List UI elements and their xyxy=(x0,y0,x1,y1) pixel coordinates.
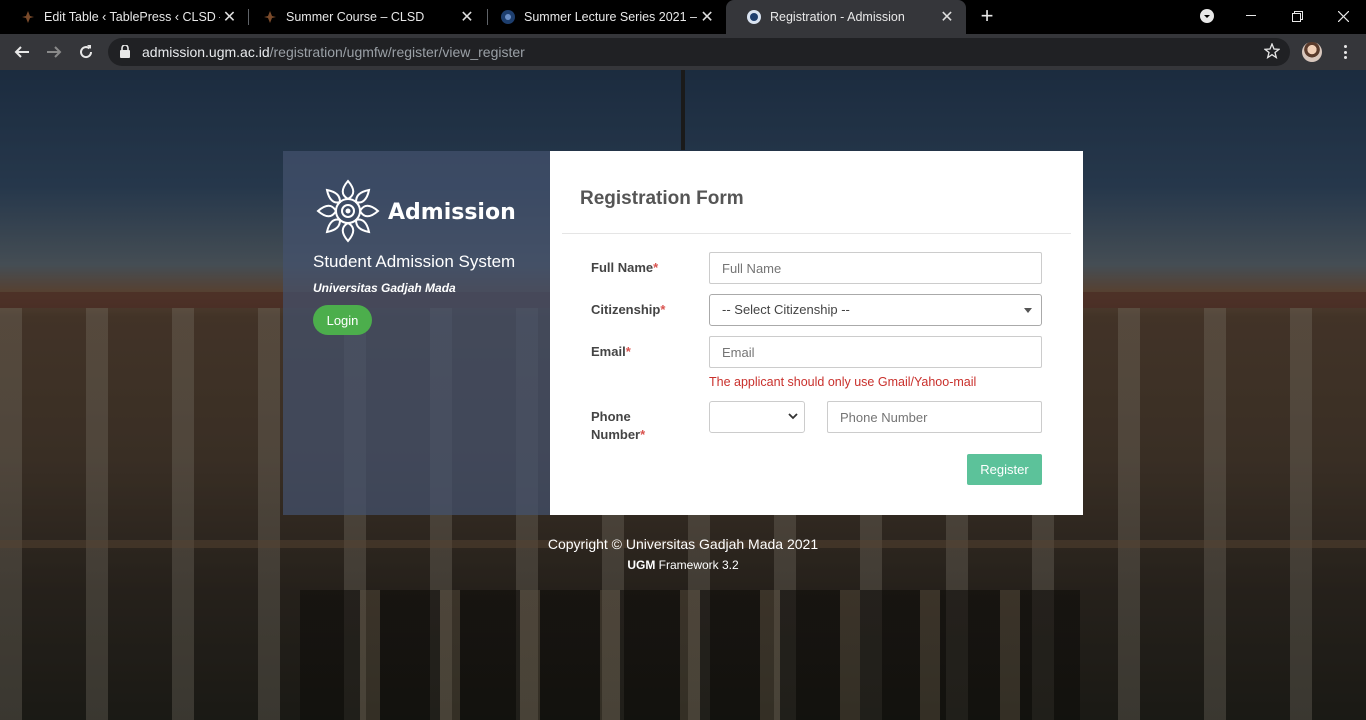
framework-brand: UGM xyxy=(627,558,656,572)
close-tab-icon[interactable]: ✕ xyxy=(456,6,478,28)
email-input[interactable] xyxy=(709,336,1042,368)
tab-title: Edit Table ‹ TablePress ‹ CLSD — W xyxy=(44,10,220,24)
phone-label-line2: Number xyxy=(591,427,641,442)
framework-version-text: Framework 3.2 xyxy=(655,558,739,572)
tab-title: Registration - Admission xyxy=(770,10,905,24)
citizenship-label-text: Citizenship xyxy=(591,302,661,317)
close-icon xyxy=(1337,10,1349,22)
forward-button[interactable] xyxy=(42,40,66,64)
url-text: admission.ugm.ac.id/registration/ugmfw/r… xyxy=(142,44,525,60)
url-host: admission.ugm.ac.id xyxy=(142,44,270,60)
browser-tab-4-active[interactable]: Registration - Admission ✕ xyxy=(726,0,966,34)
copyright-text: Copyright © Universitas Gadjah Mada 2021 xyxy=(547,536,819,552)
close-tab-icon[interactable]: ✕ xyxy=(697,6,717,28)
minimize-icon xyxy=(1246,15,1256,16)
arrow-left-icon xyxy=(14,46,29,58)
citizenship-label: Citizenship* xyxy=(591,301,665,319)
chevron-down-icon xyxy=(788,410,798,424)
chevron-down-circle-icon xyxy=(1200,9,1214,23)
profile-avatar[interactable] xyxy=(1302,42,1322,62)
browser-toolbar: admission.ugm.ac.id/registration/ugmfw/r… xyxy=(0,34,1366,70)
browser-tab-strip: Edit Table ‹ TablePress ‹ CLSD — W ✕ Sum… xyxy=(0,0,1366,34)
ugm-logo-icon xyxy=(313,177,383,245)
tab-title: Summer Lecture Series 2021 – Ce xyxy=(524,10,698,24)
ugm-favicon-icon xyxy=(500,9,516,25)
email-label-text: Email xyxy=(591,344,626,359)
bookmark-star-icon[interactable] xyxy=(1263,42,1281,64)
register-button[interactable]: Register xyxy=(967,454,1042,485)
restore-button[interactable] xyxy=(1274,0,1320,32)
lock-icon xyxy=(120,44,130,63)
back-button[interactable] xyxy=(10,40,34,64)
address-bar[interactable]: admission.ugm.ac.id/registration/ugmfw/r… xyxy=(108,38,1290,66)
clsd-favicon-icon xyxy=(262,9,278,25)
required-mark: * xyxy=(625,344,631,359)
form-title: Registration Form xyxy=(580,188,744,209)
full-name-input[interactable] xyxy=(709,252,1042,284)
app-subtitle: Student Admission System xyxy=(313,252,516,271)
phone-number-input[interactable] xyxy=(827,401,1042,433)
admission-info-panel: Admission Student Admission System Unive… xyxy=(283,151,550,515)
form-divider xyxy=(562,233,1071,234)
browser-tab-1[interactable]: Edit Table ‹ TablePress ‹ CLSD — W ✕ xyxy=(0,0,247,34)
required-mark: * xyxy=(660,302,666,317)
phone-country-code-select[interactable] xyxy=(709,401,805,433)
email-label: Email* xyxy=(591,343,631,361)
required-mark: * xyxy=(653,260,659,275)
browser-menu-icon[interactable] xyxy=(1337,42,1353,62)
page-viewport: Admission Student Admission System Unive… xyxy=(0,70,1366,720)
registration-form-panel: Registration Form Full Name* Citizenship… xyxy=(550,151,1083,515)
reload-icon xyxy=(80,45,93,59)
close-tab-icon[interactable]: ✕ xyxy=(220,6,239,28)
full-name-label-text: Full Name xyxy=(591,260,654,275)
ugm-favicon-icon xyxy=(746,9,762,25)
new-tab-button[interactable]: + xyxy=(976,5,998,27)
restore-icon xyxy=(1291,10,1303,22)
close-tab-icon[interactable]: ✕ xyxy=(936,6,958,28)
required-mark: * xyxy=(640,427,646,442)
citizenship-select[interactable]: -- Select Citizenship -- xyxy=(709,294,1042,326)
browser-tab-3[interactable]: Summer Lecture Series 2021 – Ce ✕ xyxy=(480,0,725,34)
dropdown-caret-icon xyxy=(1024,308,1032,313)
app-brand-title: Admission xyxy=(388,200,516,225)
phone-label-line1: Phone xyxy=(591,409,631,424)
url-path: /registration/ugmfw/register/view_regist… xyxy=(269,44,525,60)
university-name: Universitas Gadjah Mada xyxy=(313,281,456,295)
full-name-label: Full Name* xyxy=(591,259,658,277)
tab-search-button[interactable] xyxy=(1184,0,1230,32)
framework-version: UGM Framework 3.2 xyxy=(0,558,1366,572)
reload-button[interactable] xyxy=(74,40,98,64)
phone-number-label: Phone Number* xyxy=(591,408,645,444)
login-button[interactable]: Login xyxy=(313,305,372,335)
tab-title: Summer Course – CLSD xyxy=(286,10,425,24)
email-hint-text: The applicant should only use Gmail/Yaho… xyxy=(709,375,977,389)
close-window-button[interactable] xyxy=(1320,0,1366,32)
citizenship-selected-value: -- Select Citizenship -- xyxy=(722,302,850,317)
browser-tab-2[interactable]: Summer Course – CLSD ✕ xyxy=(242,0,486,34)
minimize-button[interactable] xyxy=(1228,0,1274,32)
clsd-favicon-icon xyxy=(20,9,36,25)
arrow-right-icon xyxy=(47,46,62,58)
